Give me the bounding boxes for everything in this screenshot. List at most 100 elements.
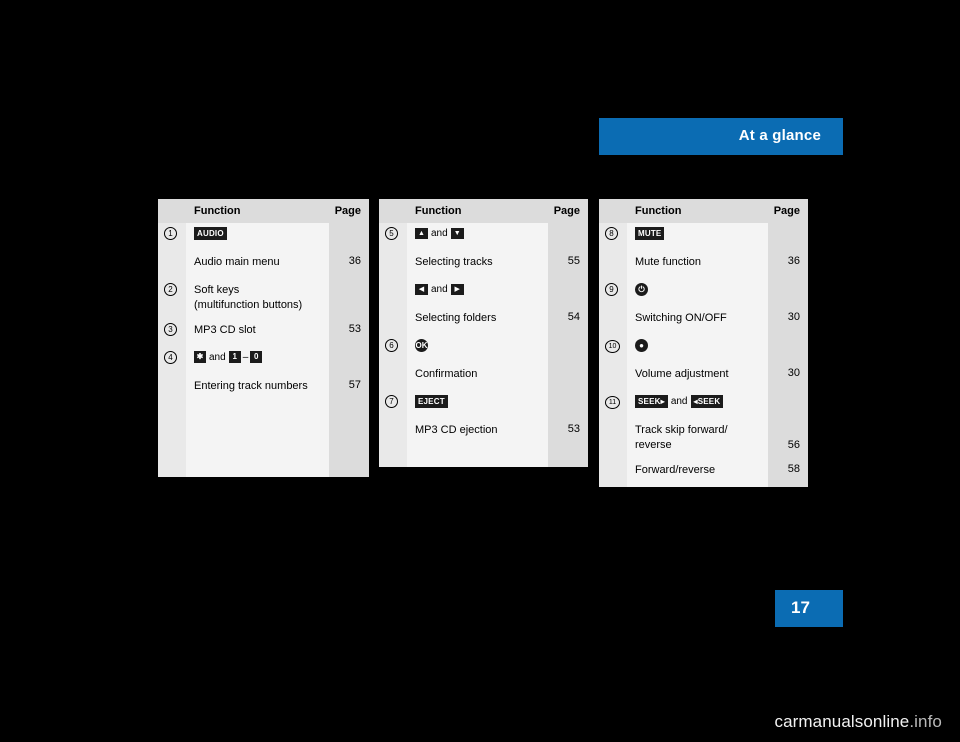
index-marker: 5 [385, 227, 398, 240]
table-row: 10 ● [599, 335, 808, 363]
key-down-arrow: ▼ [450, 227, 464, 239]
row-page [548, 391, 588, 419]
row-index [158, 403, 186, 477]
legend-table-3: Function Page 8 MUTE Mute function 36 9 … [599, 199, 808, 487]
conjunction: and [431, 228, 448, 239]
index-marker: 10 [605, 340, 620, 353]
conjunction: and [670, 396, 688, 408]
table-row: Track skip forward/ reverse 56 [599, 419, 808, 459]
row-index [599, 307, 627, 335]
page-number: 17 [791, 598, 810, 617]
row-index: 10 [599, 335, 627, 363]
row-function: SEEK▸ and ◂SEEK [627, 391, 768, 419]
watermark-main: carmanualsonline [774, 712, 910, 731]
row-function-line: Track skip forward/ [635, 424, 728, 436]
row-function: MP3 CD ejection [407, 419, 548, 447]
header-cell-page: Page [329, 199, 369, 223]
table-row: 4 ✱ and 1–0 [158, 347, 369, 375]
table-row: Audio main menu 36 [158, 251, 369, 279]
row-function: Volume adjustment [627, 363, 768, 391]
row-function: Switching ON/OFF [627, 307, 768, 335]
row-page: 54 [548, 307, 588, 335]
table-row: Mute function 36 [599, 251, 808, 279]
row-page [329, 279, 369, 319]
row-index: 2 [158, 279, 186, 319]
row-index [599, 251, 627, 279]
row-index: 1 [158, 223, 186, 251]
index-marker: 11 [605, 396, 620, 409]
table-row: Selecting folders 54 [379, 307, 588, 335]
header-cell-index [599, 199, 627, 223]
row-page [768, 335, 808, 363]
conjunction: and [209, 352, 226, 363]
key-mute: MUTE [635, 227, 665, 240]
key-ok: OK [415, 339, 428, 352]
row-page: 30 [768, 307, 808, 335]
row-function-line: (multifunction buttons) [194, 299, 303, 311]
power-icon: ⏻ [635, 283, 648, 296]
range-dash: – [242, 352, 249, 363]
row-page: 53 [548, 419, 588, 447]
row-page [548, 363, 588, 391]
row-index: 11 [599, 391, 627, 419]
row-page: 53 [329, 319, 369, 347]
table-row: 2 Soft keys (multifunction buttons) [158, 279, 369, 319]
row-function: EJECT [407, 391, 548, 419]
key-zero: 0 [250, 351, 263, 364]
row-function: AUDIO [186, 223, 329, 251]
row-function: MP3 CD slot [186, 319, 329, 347]
index-marker: 4 [164, 351, 177, 364]
row-function: ▲ and ▼ [407, 223, 548, 251]
table-row: 5 ▲ and ▼ [379, 223, 588, 251]
row-index [379, 307, 407, 335]
table-row: Confirmation [379, 363, 588, 391]
page-number-block: 17 [775, 590, 843, 627]
index-marker: 8 [605, 227, 618, 240]
row-index: 6 [379, 335, 407, 363]
row-page [548, 279, 588, 307]
row-index [379, 363, 407, 391]
row-function: Soft keys (multifunction buttons) [186, 279, 329, 319]
row-function: ◀ and ▶ [407, 279, 548, 307]
section-header-bar: At a glance [599, 118, 843, 155]
row-index: 9 [599, 279, 627, 307]
index-marker: 3 [164, 323, 177, 336]
key-eject: EJECT [415, 395, 448, 408]
row-page [768, 391, 808, 419]
index-marker: 1 [164, 227, 177, 240]
row-page [329, 223, 369, 251]
row-page: 55 [548, 251, 588, 279]
header-cell-function: Function [186, 199, 329, 223]
key-left-arrow: ◀ [415, 283, 428, 295]
key-seek-reverse: ◂SEEK [690, 395, 724, 408]
table-row: 7 EJECT [379, 391, 588, 419]
row-page [548, 447, 588, 467]
legend-table-1: Function Page 1 AUDIO Audio main menu 36… [158, 199, 369, 477]
row-index [379, 279, 407, 307]
row-function: OK [407, 335, 548, 363]
page-title: At a glance [738, 127, 821, 144]
header-cell-index [158, 199, 186, 223]
row-function: Track skip forward/ reverse [627, 419, 768, 459]
row-function: Selecting tracks [407, 251, 548, 279]
table-filler-row [158, 403, 369, 477]
row-index: 8 [599, 223, 627, 251]
table-header-row: Function Page [379, 199, 588, 223]
table-row: 11 SEEK▸ and ◂SEEK [599, 391, 808, 419]
row-function: ✱ and 1–0 [186, 347, 329, 375]
row-function: MUTE [627, 223, 768, 251]
table-header-row: Function Page [158, 199, 369, 223]
row-index [379, 447, 407, 467]
row-function: ● [627, 335, 768, 363]
table-row: MP3 CD ejection 53 [379, 419, 588, 447]
row-page [548, 223, 588, 251]
row-index [599, 419, 627, 459]
table-row: ◀ and ▶ [379, 279, 588, 307]
index-marker: 9 [605, 283, 618, 296]
key-one: 1 [228, 351, 241, 364]
row-page: 36 [768, 251, 808, 279]
row-page: 57 [329, 375, 369, 403]
table-row: 1 AUDIO [158, 223, 369, 251]
key-seek-forward: SEEK▸ [635, 395, 668, 408]
index-marker: 6 [385, 339, 398, 352]
